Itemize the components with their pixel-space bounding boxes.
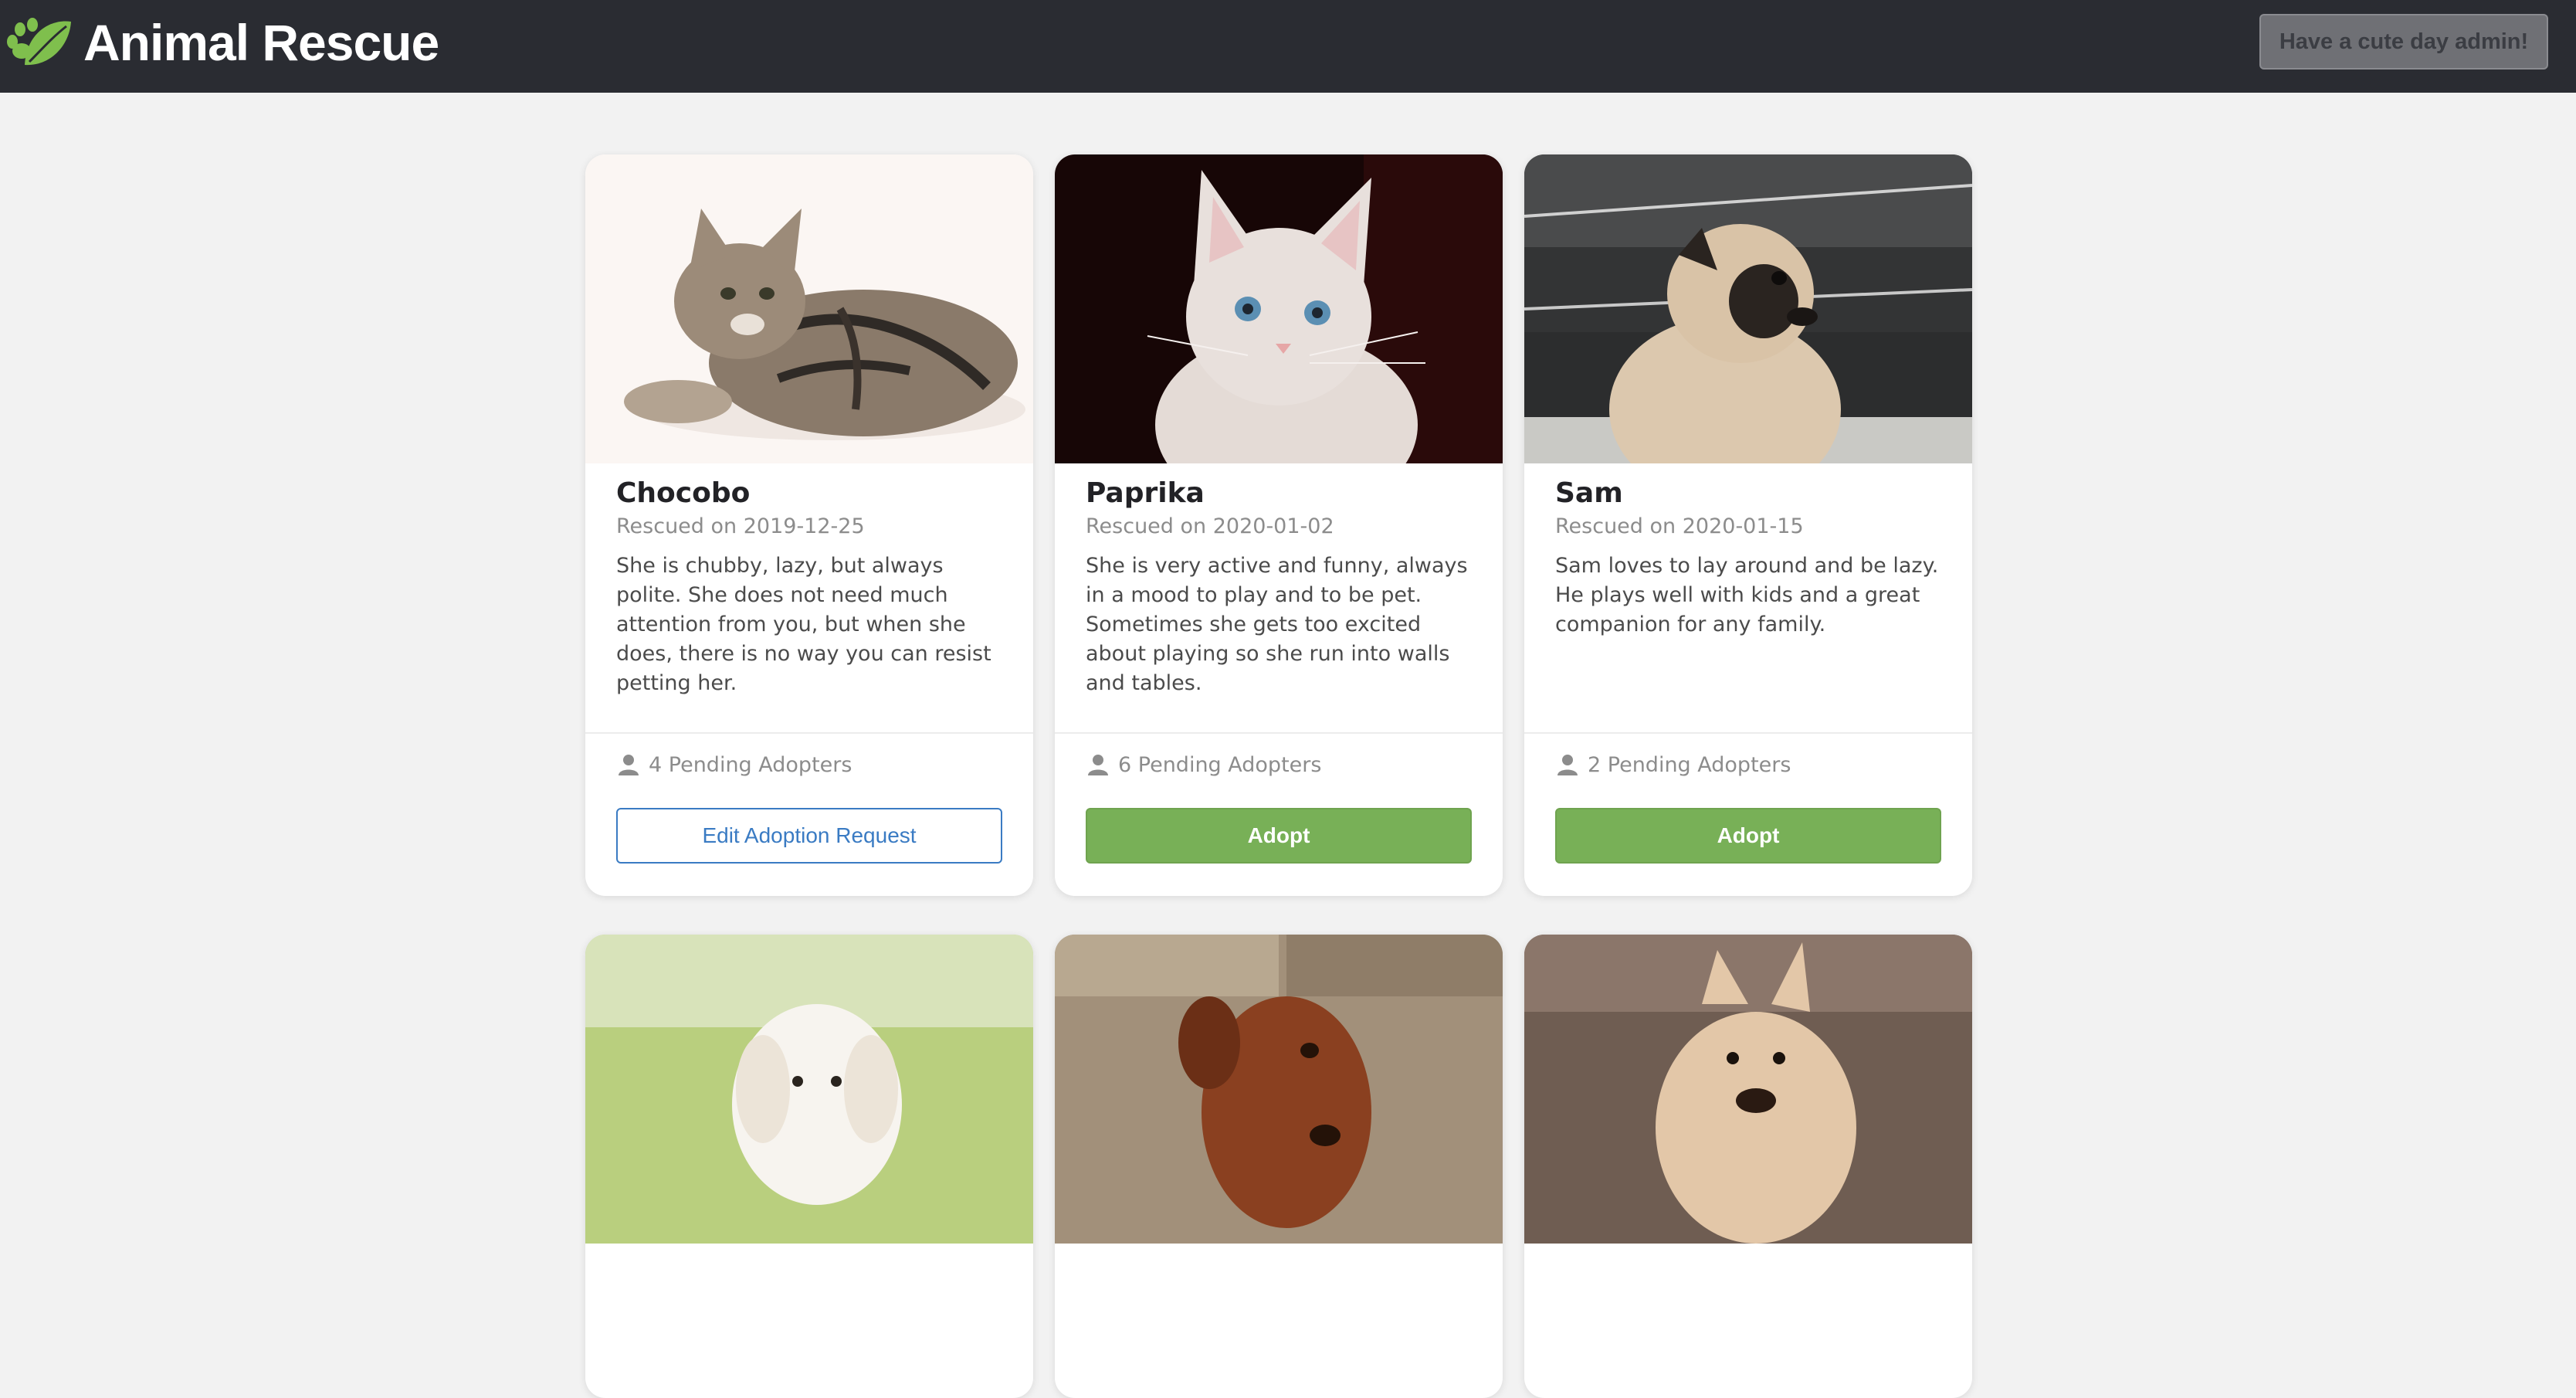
animal-name: Sam <box>1555 477 1623 509</box>
animal-photo <box>1524 154 1972 463</box>
animal-card <box>585 935 1033 1398</box>
rescue-date: Rescued on 2020-01-02 <box>1086 514 1334 538</box>
edit-adoption-request-button[interactable]: Edit Adoption Request <box>616 808 1002 864</box>
person-icon <box>1088 755 1108 775</box>
pending-adopters: 4 Pending Adopters <box>616 749 852 780</box>
animal-photo <box>585 154 1033 463</box>
animal-photo <box>1055 935 1503 1244</box>
animal-description: She is very active and funny, always in … <box>1086 554 1468 695</box>
animal-description: She is chubby, lazy, but always polite. … <box>616 554 991 695</box>
animal-card: Sam Rescued on 2020-01-15 Sam loves to l… <box>1524 154 1972 896</box>
person-icon <box>619 755 639 775</box>
person-icon <box>1557 755 1578 775</box>
pomeranian-photo <box>1524 935 1972 1244</box>
white-kitten-photo <box>1055 154 1503 463</box>
animal-card: Paprika Rescued on 2020-01-02 She is ver… <box>1055 154 1503 896</box>
dog-photo <box>1055 935 1503 1244</box>
pending-adopters-label: 4 Pending Adopters <box>649 752 852 777</box>
adopt-button[interactable]: Adopt <box>1086 808 1472 864</box>
animal-photo <box>585 935 1033 1244</box>
greeting-button[interactable]: Have a cute day admin! <box>2259 14 2548 70</box>
animal-description: Sam loves to lay around and be lazy. He … <box>1555 554 1939 636</box>
rescue-date: Rescued on 2019-12-25 <box>616 514 865 538</box>
adopt-button[interactable]: Adopt <box>1555 808 1941 864</box>
rescue-date: Rescued on 2020-01-15 <box>1555 514 1804 538</box>
card-divider <box>1524 732 1972 734</box>
puppy-photo <box>585 935 1033 1244</box>
card-divider <box>1055 732 1503 734</box>
pending-adopters: 2 Pending Adopters <box>1555 749 1791 780</box>
top-navbar: Animal Rescue Have a cute day admin! <box>0 0 2576 93</box>
animal-card <box>1055 935 1503 1398</box>
animal-card: Chocobo Rescued on 2019-12-25 She is chu… <box>585 154 1033 896</box>
pending-adopters-label: 2 Pending Adopters <box>1588 752 1791 777</box>
animal-photo <box>1524 935 1972 1244</box>
pug-photo <box>1524 154 1972 463</box>
kitten-photo <box>585 154 1033 463</box>
animal-name: Paprika <box>1086 477 1205 509</box>
pending-adopters-label: 6 Pending Adopters <box>1118 752 1322 777</box>
animal-photo <box>1055 154 1503 463</box>
animal-name: Chocobo <box>616 477 751 509</box>
animal-card <box>1524 935 1972 1398</box>
card-divider <box>585 732 1033 734</box>
pending-adopters: 6 Pending Adopters <box>1086 749 1321 780</box>
brand-title[interactable]: Animal Rescue <box>83 11 439 74</box>
paw-leaf-icon <box>7 18 71 66</box>
